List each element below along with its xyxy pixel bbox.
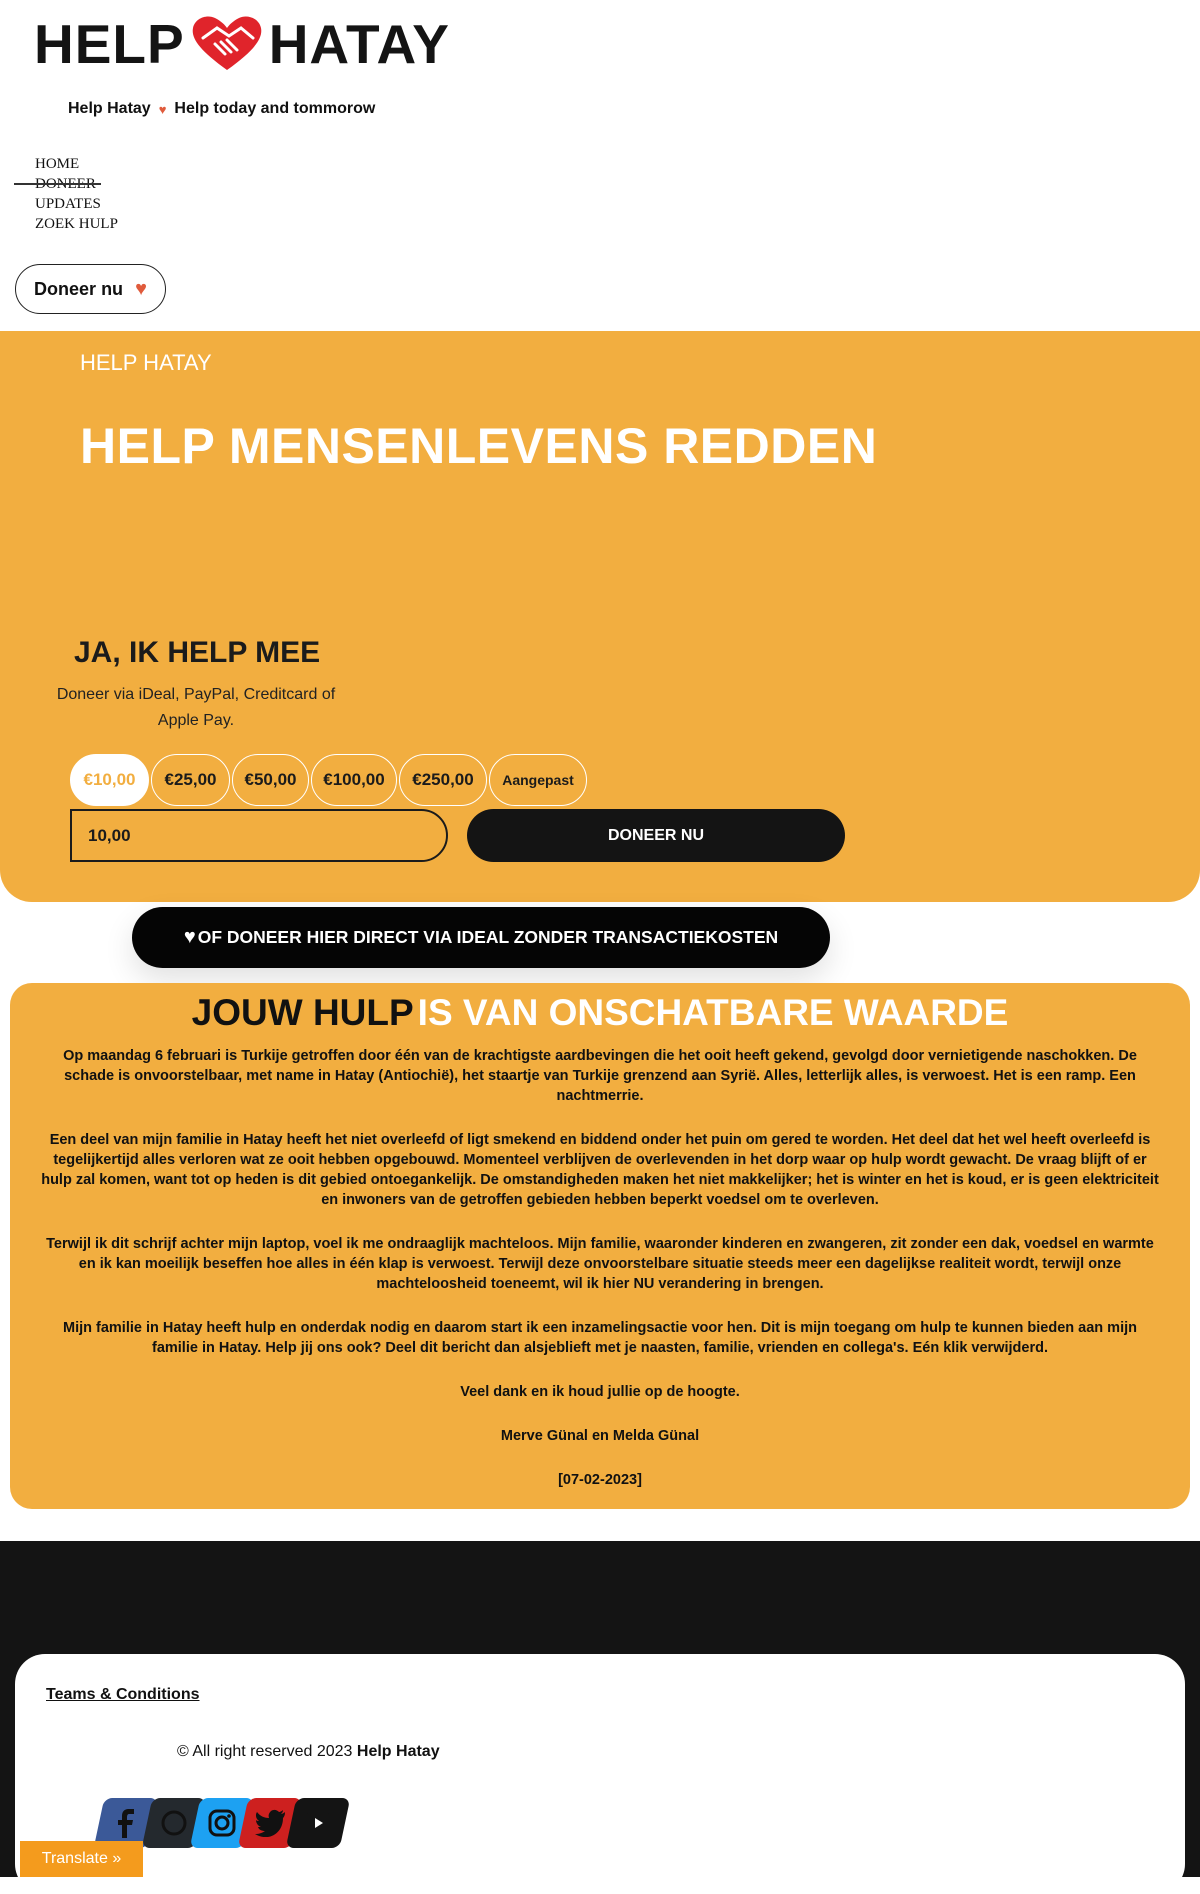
tagline: Help Hatay ♥ Help today and tommorow <box>68 100 375 118</box>
copyright-brand: Help Hatay <box>356 1743 440 1760</box>
logo-text-help: HELP <box>34 13 185 75</box>
heart-icon: ♥ <box>135 278 147 300</box>
copyright-text: © All right reserved 2023 <box>177 1743 353 1760</box>
amount-option-50[interactable]: €50,00 <box>232 754 309 806</box>
donate-submit-button[interactable]: DONEER NU <box>467 809 845 862</box>
donate-now-label: Doneer nu <box>34 278 124 299</box>
amount-options: €10,00 €25,00 €50,00 €100,00 €250,00 Aan… <box>70 754 587 806</box>
handshake-heart-icon <box>192 16 261 70</box>
story-body: Op maandag 6 februari is Turkije getroff… <box>40 1046 1160 1514</box>
main-nav: HOME DONEER UPDATES ZOEK HULP <box>35 154 118 234</box>
donation-form-title: JA, IK HELP MEE <box>74 636 321 669</box>
translate-button[interactable]: Translate » <box>20 1841 143 1877</box>
story-thanks: Veel dank en ik houd jullie op de hoogte… <box>460 1384 740 1400</box>
donate-now-button[interactable]: Doneer nu ♥ <box>15 264 166 314</box>
amount-option-25[interactable]: €25,00 <box>151 754 230 806</box>
tagline-text: Help today and tommorow <box>174 100 376 117</box>
story-paragraph: Terwijl ik dit schrijf achter mijn lapto… <box>46 1236 1154 1292</box>
amount-option-10[interactable]: €10,00 <box>70 754 149 806</box>
nav-item-updates[interactable]: UPDATES <box>35 194 118 214</box>
nav-item-zoek-hulp[interactable]: ZOEK HULP <box>35 214 118 234</box>
story-date: [07-02-2023] <box>558 1472 642 1488</box>
site-logo[interactable]: HELP HATAY <box>34 14 450 74</box>
ideal-donate-label: OF DONEER HIER DIRECT VIA IDEAL ZONDER T… <box>197 927 779 947</box>
story-title-dark: JOUW HULP <box>191 992 414 1033</box>
hero-title: HELP MENSENLEVENS REDDEN <box>80 418 878 474</box>
heart-icon: ♥ <box>158 101 167 117</box>
ideal-donate-button[interactable]: ♥ OF DONEER HIER DIRECT VIA IDEAL ZONDER… <box>132 907 830 968</box>
donation-form-subtitle: Doneer via iDeal, PayPal, Creditcard of … <box>56 686 336 729</box>
story-paragraph: Mijn familie in Hatay heeft hulp en onde… <box>63 1320 1137 1356</box>
story-paragraph: Een deel van mijn familie in Hatay heeft… <box>41 1132 1159 1208</box>
story-title-light: IS VAN ONSCHATBARE WAARDE <box>417 992 1009 1033</box>
heart-icon: ♥ <box>183 926 196 948</box>
amount-option-100[interactable]: €100,00 <box>311 754 397 806</box>
story-paragraph: Op maandag 6 februari is Turkije getroff… <box>63 1048 1137 1104</box>
terms-link[interactable]: Teams & Conditions <box>46 1686 200 1704</box>
nav-active-indicator <box>14 183 101 185</box>
amount-option-custom[interactable]: Aangepast <box>489 754 587 806</box>
story-title: JOUW HULP IS VAN ONSCHATBARE WAARDE <box>0 991 1200 1035</box>
logo-text-hatay: HATAY <box>268 13 450 75</box>
nav-item-home[interactable]: HOME <box>35 154 118 174</box>
youtube-icon[interactable] <box>285 1798 351 1848</box>
amount-option-250[interactable]: €250,00 <box>399 754 487 806</box>
amount-input[interactable]: 10,00 <box>70 809 448 862</box>
story-signature: Merve Günal en Melda Günal <box>500 1428 700 1444</box>
tagline-brand: Help Hatay <box>68 100 151 117</box>
hero-kicker: HELP HATAY <box>80 350 212 375</box>
copyright: © All right reserved 2023 Help Hatay <box>177 1743 440 1761</box>
